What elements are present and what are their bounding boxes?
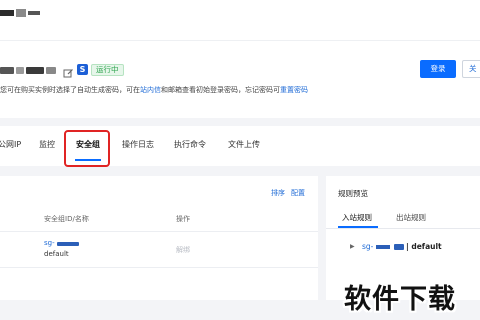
rule-group-name: | default <box>406 242 442 251</box>
security-group-id-redacted <box>57 242 79 246</box>
expand-caret-icon[interactable]: ▶ <box>350 243 355 250</box>
password-hint: 您可在购买实例时选择了自动生成密码，可在站内信和邮箱查看初始登录密码，忘记密码可… <box>0 85 308 95</box>
tab-outbound-rules[interactable]: 出站规则 <box>396 212 426 223</box>
table-row: sg- default 解绑 <box>0 232 318 268</box>
brand-icon: S <box>77 64 88 75</box>
security-group-id-link[interactable]: sg- <box>44 239 55 247</box>
rule-group-id-redacted <box>376 245 390 249</box>
reset-password-link[interactable]: 重置密码 <box>280 86 308 94</box>
tab-run-command[interactable]: 执行命令 <box>174 139 206 150</box>
table-header: 安全组ID/名称 操作 <box>0 206 318 232</box>
edit-icon[interactable] <box>63 64 74 78</box>
inbox-link[interactable]: 站内信 <box>140 86 161 94</box>
instance-name-redacted <box>0 65 58 77</box>
tab-inbound-rules[interactable]: 入站规则 <box>342 212 372 223</box>
rule-group-id[interactable]: sg- <box>362 242 373 251</box>
column-operation: 操作 <box>176 215 190 223</box>
rules-preview-title: 规则预览 <box>338 189 368 198</box>
instance-header: S 运行中 您可在购买实例时选择了自动生成密码，可在站内信和邮箱查看初始登录密码… <box>0 40 480 118</box>
instance-title-redacted <box>0 6 42 20</box>
tab-operation-log[interactable]: 操作日志 <box>122 139 154 150</box>
hint-text: 您可在购买实例时选择了自动生成密码，可在 <box>0 86 140 94</box>
unbind-button[interactable]: 解绑 <box>176 245 190 255</box>
config-link[interactable]: 配置 <box>291 188 305 198</box>
active-rule-tab-indicator <box>338 226 378 228</box>
more-button[interactable]: 关 <box>462 60 480 78</box>
title-strip <box>0 0 480 40</box>
security-group-tab-highlight <box>64 130 110 167</box>
rule-group-id-redacted-2 <box>394 244 404 250</box>
column-id-name: 安全组ID/名称 <box>44 215 89 223</box>
tab-public-ip[interactable]: 公网IP <box>0 139 21 150</box>
sort-link[interactable]: 排序 <box>271 188 285 198</box>
watermark-text: 软件下载 <box>344 284 456 315</box>
tab-file-upload[interactable]: 文件上传 <box>228 139 260 150</box>
status-badge: 运行中 <box>91 64 124 76</box>
tabs-divider <box>326 228 480 229</box>
hint-text-middle: 和邮箱查看初始登录密码，忘记密码可 <box>161 86 280 94</box>
tab-monitor[interactable]: 监控 <box>39 139 55 150</box>
security-group-name: default <box>44 250 69 258</box>
login-button[interactable]: 登录 <box>420 60 456 78</box>
